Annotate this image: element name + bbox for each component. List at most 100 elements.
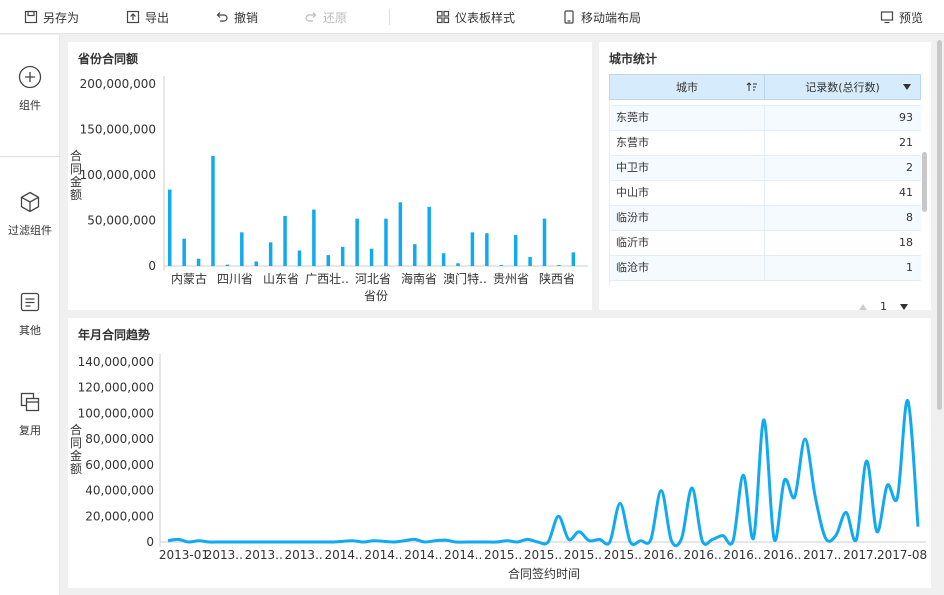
- bar: [542, 218, 547, 266]
- bar: [470, 232, 475, 266]
- cell-city: 东营市: [610, 131, 765, 155]
- page-up-icon[interactable]: [858, 303, 868, 311]
- copy-icon: [20, 392, 40, 412]
- cell-count: 8: [906, 211, 913, 224]
- page-down-icon[interactable]: [899, 303, 909, 311]
- sidebar-item-filter-components[interactable]: 过滤组件: [0, 190, 60, 238]
- bar: [326, 255, 331, 266]
- y-axis-title-char: 同: [70, 436, 82, 450]
- y-axis-title-char: 额: [70, 462, 82, 476]
- bar: [283, 215, 287, 266]
- cell-count: 1: [906, 261, 913, 274]
- table-row[interactable]: 东莞市 93: [610, 106, 921, 131]
- mobile-layout-button[interactable]: 移动端布局: [562, 0, 641, 34]
- preview-button[interactable]: 预览: [880, 0, 923, 34]
- bar: [571, 252, 576, 266]
- y-tick-label: 200,000,000: [80, 77, 156, 91]
- table-row[interactable]: 临沂市 18: [610, 231, 921, 256]
- x-tick-label: 2015..: [524, 548, 562, 562]
- export-icon: [126, 10, 140, 24]
- column-header-count[interactable]: 记录数(总行数): [765, 75, 920, 99]
- undo-button[interactable]: 撤销: [215, 0, 258, 34]
- x-tick-label: 2013-01: [159, 548, 209, 562]
- sidebar-item-components[interactable]: 组件: [0, 65, 60, 113]
- x-tick-label: 2017..: [803, 548, 841, 562]
- bar: [369, 248, 374, 266]
- x-tick-label: 内蒙古: [171, 271, 207, 286]
- y-tick-label: 80,000,000: [85, 432, 154, 446]
- y-tick-label: 40,000,000: [85, 484, 154, 498]
- dashboard-style-button[interactable]: 仪表板样式: [436, 0, 515, 34]
- x-tick-label: 2014..: [444, 548, 482, 562]
- cell-city: 东莞市: [610, 106, 765, 130]
- save-as-label: 另存为: [43, 10, 80, 25]
- sort-icon[interactable]: [746, 81, 758, 93]
- y-axis-title-char: 合: [70, 148, 82, 163]
- x-tick-label: 2016..: [683, 548, 721, 562]
- y-tick-label: 0: [148, 259, 156, 273]
- table-row[interactable]: 中山市 41: [610, 181, 921, 206]
- cell-count: 21: [899, 136, 913, 149]
- table-row[interactable]: 临沧市 1: [610, 256, 921, 281]
- dashboard-style-label: 仪表板样式: [455, 10, 516, 25]
- mobile-layout-label: 移动端布局: [581, 10, 642, 25]
- dashboard-scrollbar[interactable]: [937, 40, 942, 410]
- x-tick-label: 2014..: [364, 548, 402, 562]
- caret-down-icon[interactable]: [902, 83, 912, 91]
- x-tick-label: 2017-08: [877, 548, 927, 562]
- x-tick-label: 2015..: [604, 548, 642, 562]
- y-tick-label: 100,000,000: [78, 406, 154, 420]
- redo-button[interactable]: 还原: [304, 0, 347, 34]
- y-tick-label: 20,000,000: [85, 509, 154, 523]
- cell-count: 18: [899, 236, 913, 249]
- trend-line-chart: 140,000,000 120,000,000 100,000,000 80,000,…: [70, 354, 927, 581]
- sidebar-item-reuse[interactable]: 复用: [0, 390, 60, 438]
- city-table-panel: 城市统计 城市 记录数(总行数) 东莞市 93 东营市 21 中卫市 2 中山市 41 临汾市 8…: [599, 42, 931, 313]
- cell-city: 中山市: [610, 181, 765, 205]
- x-tick-label: 2015..: [484, 548, 522, 562]
- bar: [312, 209, 316, 266]
- toolbar-divider: [389, 9, 390, 25]
- table-row[interactable]: 东营市 21: [610, 131, 921, 156]
- y-axis-title: 合同金额: [70, 422, 82, 476]
- preview-label: 预览: [899, 10, 924, 25]
- cell-city: 临汾市: [610, 206, 765, 230]
- y-tick-label: 60,000,000: [85, 458, 154, 472]
- cell-city: 临沧市: [610, 256, 765, 280]
- table-header: 城市 记录数(总行数): [609, 74, 921, 100]
- y-axis-title-char: 同: [70, 162, 82, 176]
- sidebar-item-label: 复用: [19, 424, 41, 437]
- y-axis-title-char: 额: [70, 188, 82, 202]
- bar: [413, 244, 417, 266]
- bar-marks: [168, 155, 576, 266]
- bar: [485, 233, 489, 266]
- grid-icon: [436, 10, 450, 24]
- table-row[interactable]: 临汾市 8: [610, 206, 921, 231]
- x-tick-label: 2013..: [285, 548, 323, 562]
- bar: [240, 232, 244, 266]
- y-axis-title-char: 金: [70, 174, 82, 189]
- sidebar-item-other[interactable]: 其他: [0, 290, 60, 338]
- bar: [384, 218, 388, 266]
- save-as-button[interactable]: 另存为: [24, 0, 79, 34]
- bar: [268, 242, 273, 266]
- redo-label: 还原: [323, 10, 348, 25]
- x-axis-title: 合同签约时间: [508, 566, 580, 581]
- table-scrollbar[interactable]: [922, 152, 927, 212]
- x-tick-label: 2014..: [404, 548, 442, 562]
- export-label: 导出: [145, 10, 170, 25]
- y-tick-label: 120,000,000: [78, 381, 154, 395]
- trend-chart-panel: 年月合同趋势 140,000,000 120,000,000 100,000,000…: [68, 318, 931, 588]
- x-tick-label: 贵州省: [493, 272, 529, 286]
- bar: [340, 246, 345, 266]
- cell-count: 41: [899, 186, 913, 199]
- y-axis-title: 合同金额: [70, 148, 82, 202]
- bar: [456, 263, 460, 266]
- column-header-city[interactable]: 城市: [610, 75, 765, 99]
- table-body: 东莞市 93 东营市 21 中卫市 2 中山市 41 临汾市 8 临沂市 18 临沧市 1: [609, 100, 921, 285]
- x-tick-label: 2013..: [205, 548, 243, 562]
- sidebar: 组件 过滤组件 其他 复用: [0, 35, 60, 595]
- export-button[interactable]: 导出: [126, 0, 169, 34]
- x-tick-label: 海南省: [401, 271, 437, 286]
- table-row[interactable]: 中卫市 2: [610, 156, 921, 181]
